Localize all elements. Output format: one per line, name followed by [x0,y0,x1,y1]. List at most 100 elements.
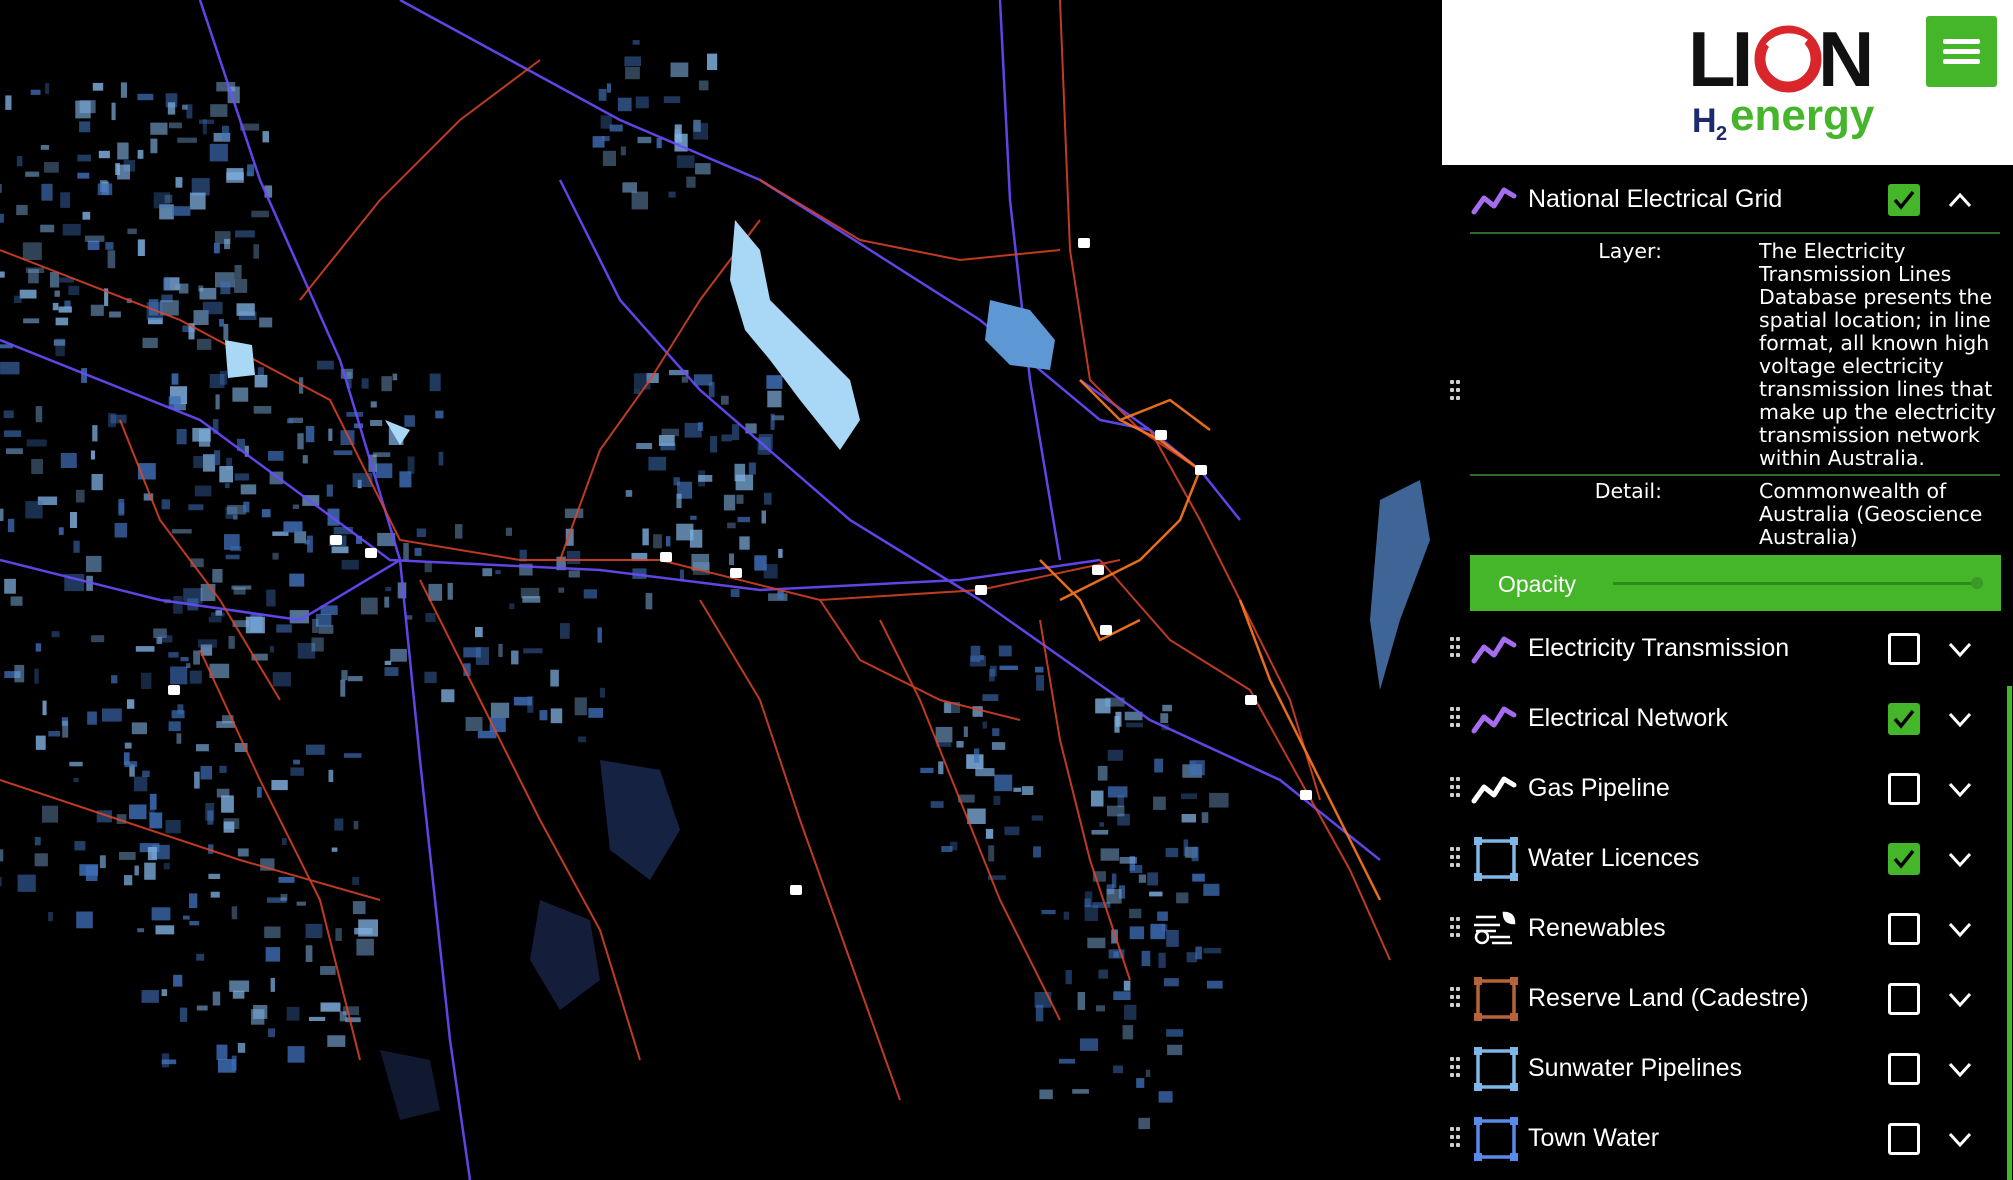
chevron-down-icon[interactable] [1945,775,1975,803]
chevron-down-icon[interactable] [1945,845,1975,873]
description-line: The Electricity [1759,239,1906,263]
town-marker [1100,625,1112,635]
layer-row[interactable]: Town Water [1442,1111,2013,1167]
layer-checkbox[interactable] [1888,773,1920,805]
town-marker [1092,565,1104,575]
layer-name: Reserve Land (Cadestre) [1528,984,1809,1012]
layer-description-label: Layer: [1598,239,1662,263]
town-marker [1155,430,1167,440]
line-layer-icon [1471,706,1517,734]
layer-name: National Electrical Grid [1528,185,1783,213]
drag-handle-icon[interactable] [1450,917,1462,941]
town-marker [790,885,802,895]
opacity-slider-track[interactable] [1613,582,1979,585]
layer-checkbox[interactable] [1888,913,1920,945]
divider [1470,232,2000,234]
description-line: voltage electricity [1759,354,1944,378]
layer-row-expanded[interactable]: National Electrical Grid [1442,172,2013,228]
drag-handle-icon[interactable] [1450,380,1462,404]
description-line: transmission lines that [1759,377,1993,401]
svg-text:2: 2 [1716,123,1727,144]
renewables-icon [1474,911,1516,945]
line-layer-icon [1471,636,1517,664]
layer-row[interactable]: Water Licences [1442,831,2013,887]
chevron-down-icon[interactable] [1945,705,1975,733]
layer-row[interactable]: Sunwater Pipelines [1442,1041,2013,1097]
description-line: format, all known high [1759,331,1990,355]
drag-handle-icon[interactable] [1450,637,1462,661]
description-line: Australia (Geoscience [1759,502,1983,526]
layer-name: Sunwater Pipelines [1528,1054,1743,1082]
chevron-down-icon[interactable] [1945,1055,1975,1083]
town-marker [660,552,672,562]
description-line: transmission network [1759,423,1980,447]
layer-name: Electrical Network [1528,704,1729,732]
chevron-down-icon[interactable] [1945,915,1975,943]
drag-handle-icon[interactable] [1450,847,1462,871]
description-line: Database presents the [1759,285,1993,309]
drag-handle-icon[interactable] [1450,1127,1462,1151]
drag-handle-icon[interactable] [1450,1057,1462,1081]
svg-text:energy: energy [1730,91,1875,140]
opacity-control: Opacity [1470,555,2001,611]
layer-panel: LI N H 2 energy National Electrical Grid… [1442,0,2013,1180]
line-layer-icon [1471,187,1517,215]
layer-checkbox[interactable] [1888,184,1920,216]
layer-name: Water Licences [1528,844,1700,872]
town-marker [730,568,742,578]
layer-checkbox[interactable] [1888,1123,1920,1155]
polygon-layer-icon [1474,1117,1518,1161]
chevron-down-icon[interactable] [1945,985,1975,1013]
hamburger-menu-icon [1943,39,1980,44]
check-icon [1893,709,1915,729]
town-marker [168,685,180,695]
layer-name: Town Water [1528,1124,1660,1152]
description-line: spatial location; in line [1759,308,1991,332]
svg-text:H: H [1692,102,1717,140]
description-line: Australia) [1759,525,1858,549]
description-line: Commonwealth of [1759,479,1947,503]
logo-header: LI N H 2 energy [1442,0,2013,165]
check-icon [1893,190,1915,210]
layer-row[interactable]: Gas Pipeline [1442,761,2013,817]
line-layer-icon [1471,776,1517,804]
layer-checkbox[interactable] [1888,1053,1920,1085]
detail-label: Detail: [1594,479,1662,503]
divider [1470,474,2000,476]
description-line: within Australia. [1759,446,1925,470]
layer-row[interactable]: Electricity Transmission [1442,621,2013,677]
menu-button[interactable] [1926,16,1997,87]
lion-h2energy-logo: LI N H 2 energy [1688,15,1875,144]
drag-handle-icon[interactable] [1450,987,1462,1011]
layer-row[interactable]: Reserve Land (Cadestre) [1442,971,2013,1027]
chevron-up-icon[interactable] [1945,186,1975,214]
town-marker [365,548,377,558]
town-marker [975,585,987,595]
town-marker [1300,790,1312,800]
layer-name: Electricity Transmission [1528,634,1790,662]
layer-checkbox[interactable] [1888,983,1920,1015]
layer-name: Renewables [1528,914,1666,942]
chevron-down-icon[interactable] [1945,1125,1975,1153]
layer-row[interactable]: Renewables [1442,901,2013,957]
layer-name: Gas Pipeline [1528,774,1670,802]
layer-row[interactable]: Electrical Network [1442,691,2013,747]
layer-checkbox[interactable] [1888,703,1920,735]
town-marker [1245,695,1257,705]
opacity-label: Opacity [1498,571,1576,597]
layer-checkbox[interactable] [1888,843,1920,875]
chevron-down-icon[interactable] [1945,635,1975,663]
polygon-layer-icon [1474,977,1518,1021]
opacity-slider-thumb[interactable] [1971,577,1983,589]
layer-description: The Electricity Transmission Lines Databas… [1759,240,2009,470]
detail-value: Commonwealth of Australia (Geoscience Aust… [1759,480,2009,549]
panel-scrollbar[interactable] [2007,686,2012,1180]
svg-text:LI: LI [1688,15,1749,103]
layer-checkbox[interactable] [1888,633,1920,665]
town-marker [330,535,342,545]
description-line: Transmission Lines [1759,262,1952,286]
drag-handle-icon[interactable] [1450,707,1462,731]
description-line: make up the electricity [1759,400,1996,424]
drag-handle-icon[interactable] [1450,777,1462,801]
check-icon [1893,849,1915,869]
